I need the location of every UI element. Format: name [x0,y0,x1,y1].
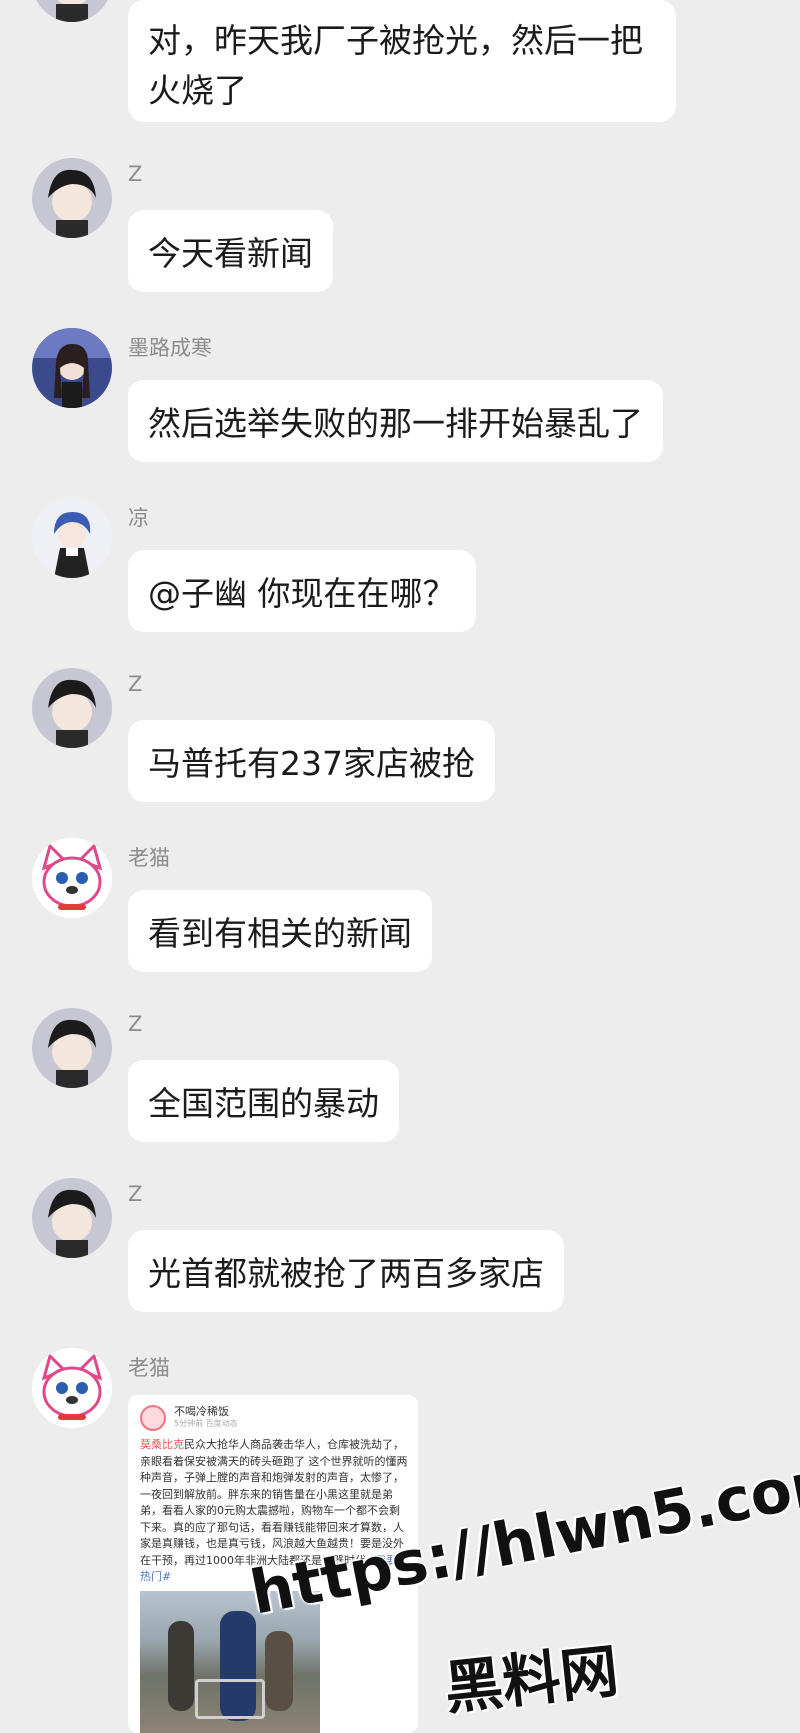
cat-avatar-icon[interactable] [32,838,112,918]
sender-name: Z [128,162,143,186]
photo-person [168,1621,194,1711]
post-author: 不喝冷稀饭 [174,1405,229,1418]
watermark-name: 黑料网 [441,1636,622,1723]
chat-view: 对，昨天我厂子被抢光，然后一把火烧了 Z 今天看新闻 墨路成寒 然后选举失败的那… [0,0,800,1733]
message-bubble[interactable]: 今天看新闻 [128,210,333,292]
message-text: 对，昨天我厂子被抢光，然后一把火烧了 [148,21,643,110]
sender-name: Z [128,1182,143,1206]
sender-name: Z [128,672,143,696]
message-text: 马普托有237家店被抢 [148,744,475,783]
sender-name: 墨路成寒 [128,336,212,360]
message-bubble[interactable]: 然后选举失败的那一排开始暴乱了 [128,380,663,462]
sender-name: 老猫 [128,846,170,870]
sender-name: 凉 [128,506,149,530]
sender-name: Z [128,1012,143,1036]
post-meta: 5分钟前 百度动态 [174,1419,238,1428]
boy-avatar-icon[interactable] [32,1178,112,1258]
shopping-cart-icon [195,1679,265,1719]
message-text: 看到有相关的新闻 [148,914,412,953]
boy-avatar-icon[interactable] [32,668,112,748]
sender-name: 老猫 [128,1356,170,1380]
message-bubble[interactable]: 马普托有237家店被抢 [128,720,495,802]
anime-girl-avatar-icon[interactable] [32,498,112,578]
boy-avatar-icon[interactable] [32,1008,112,1088]
message-bubble[interactable]: 全国范围的暴动 [128,1060,399,1142]
boy-avatar-icon[interactable] [32,0,112,22]
message-bubble[interactable]: 对，昨天我厂子被抢光，然后一把火烧了 [128,0,676,122]
cat-avatar-icon[interactable] [32,1348,112,1428]
post-highlight: 莫桑比克 [140,1438,184,1451]
message-text: @子幽 你现在在哪？ [148,574,456,613]
message-text: 然后选举失败的那一排开始暴乱了 [148,404,643,443]
message-text: 全国范围的暴动 [148,1084,379,1123]
boy-avatar-icon[interactable] [32,158,112,238]
pig-logo-icon [140,1405,166,1431]
message-text: 光首都就被抢了两百多家店 [148,1254,544,1293]
girl-avatar-icon[interactable] [32,328,112,408]
message-bubble[interactable]: 光首都就被抢了两百多家店 [128,1230,564,1312]
message-text: 今天看新闻 [148,234,313,273]
message-bubble[interactable]: @子幽 你现在在哪？ [128,550,476,632]
photo-person [265,1631,293,1711]
message-bubble[interactable]: 看到有相关的新闻 [128,890,432,972]
